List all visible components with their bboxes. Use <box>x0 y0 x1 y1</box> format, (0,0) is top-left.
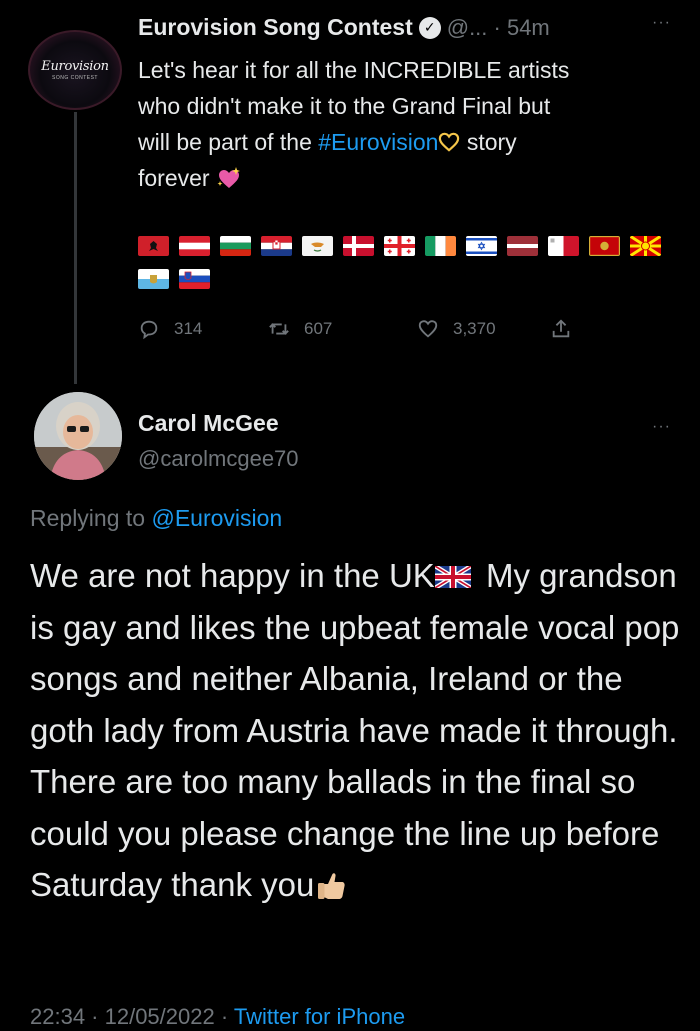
slovenia-flag <box>179 269 210 289</box>
austria-flag <box>179 236 210 256</box>
uk-flag-icon <box>434 566 471 588</box>
like-heart-icon <box>418 320 438 338</box>
montenegro-flag <box>589 236 620 256</box>
replying-prefix: Replying to <box>30 505 152 531</box>
like-action[interactable]: 3,370 <box>417 318 550 340</box>
albania-flag <box>138 236 169 256</box>
reply-count: 314 <box>174 319 203 338</box>
reply-author-name[interactable]: Carol McGee <box>138 410 279 437</box>
north-macedonia-flag <box>630 236 661 256</box>
thumbs-up-icon <box>318 873 345 899</box>
parent-tweet[interactable]: Eurovision SONG CONTEST Eurovision Song … <box>0 0 700 390</box>
parent-tweet-text: Let's hear it for all the INCREDIBLE art… <box>138 52 683 196</box>
flags-row <box>138 236 678 256</box>
cyprus-flag <box>302 236 333 256</box>
malta-flag <box>548 236 579 256</box>
reply-tweet-text: We are not happy in the UK My grandson i… <box>30 550 680 911</box>
georgia-flag <box>384 236 415 256</box>
author-name[interactable]: Eurovision Song Contest <box>138 14 413 41</box>
tweet-text-segment: story <box>460 129 517 155</box>
reply-text-part: My grandson is gay and likes the upbeat … <box>30 557 680 903</box>
flags-row <box>138 269 678 289</box>
denmark-flag <box>343 236 374 256</box>
mention-link[interactable]: @Eurovision <box>151 505 282 531</box>
tweet-meta: 22:34 · 12/05/2022 · Twitter for iPhone <box>30 1004 405 1030</box>
more-options-icon[interactable]: ··· <box>652 14 671 32</box>
tweet-text-line: Let's hear it for all the INCREDIBLE art… <box>138 57 570 83</box>
tweet-text-line: will be part of the #Eurovision story <box>138 124 683 160</box>
author-handle-time[interactable]: @... · 54m <box>447 15 550 41</box>
ireland-flag <box>425 236 456 256</box>
flags-container <box>138 236 678 302</box>
share-icon <box>552 319 570 338</box>
tweet-actions-bar: 314 607 3,370 <box>138 318 586 340</box>
tweet-text-segment: forever <box>138 165 210 191</box>
hashtag-link[interactable]: #Eurovision <box>318 129 438 155</box>
like-count: 3,370 <box>453 319 496 338</box>
latvia-flag <box>507 236 538 256</box>
reply-action[interactable]: 314 <box>138 318 268 340</box>
retweet-action[interactable]: 607 <box>268 318 417 340</box>
replying-to: Replying to @Eurovision <box>30 505 282 532</box>
tweet-text-segment: will be part of the <box>138 129 319 155</box>
israel-flag <box>466 236 497 256</box>
more-options-icon[interactable]: ··· <box>652 418 671 436</box>
person-photo <box>34 392 122 480</box>
tweet-text-line: forever <box>138 160 683 196</box>
reply-bubble-icon <box>140 320 158 340</box>
san-marino-flag <box>138 269 169 289</box>
source-link[interactable]: Twitter for iPhone <box>234 1004 405 1029</box>
tweet-text-line: who didn't make it to the Grand Final bu… <box>138 93 551 119</box>
eurovision-logo-subtext: SONG CONTEST <box>51 75 98 81</box>
retweet-count: 607 <box>304 319 333 338</box>
eurovision-avatar[interactable]: Eurovision SONG CONTEST <box>28 30 122 110</box>
carol-mcgee-avatar[interactable] <box>34 392 122 480</box>
reply-text-part: We are not happy in the UK <box>30 557 435 594</box>
parent-tweet-header: Eurovision Song Contest ✓ @... · 54m <box>138 14 550 41</box>
croatia-flag <box>261 236 292 256</box>
share-action[interactable] <box>550 318 586 340</box>
eurovision-logo-text: Eurovision <box>41 59 109 74</box>
verified-badge-icon: ✓ <box>418 16 441 39</box>
reply-author-handle[interactable]: @carolmcgee70 <box>138 446 299 472</box>
sparkling-heart-icon <box>217 167 240 188</box>
bulgaria-flag <box>220 236 251 256</box>
timestamp[interactable]: 22:34 · 12/05/2022 · <box>30 1004 234 1029</box>
retweet-icon <box>269 323 289 335</box>
heart-outline-icon <box>439 132 460 152</box>
